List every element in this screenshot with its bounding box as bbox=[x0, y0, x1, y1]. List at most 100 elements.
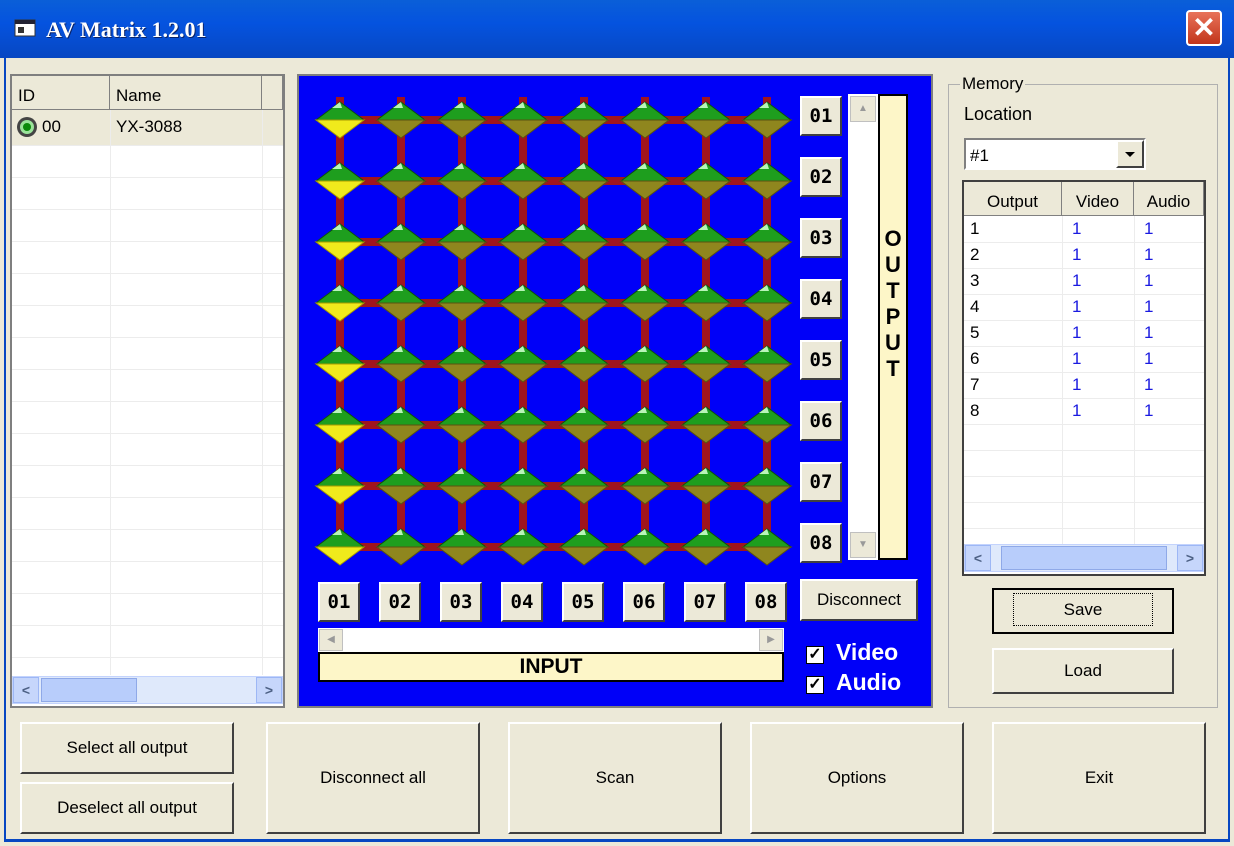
table-row[interactable] bbox=[964, 476, 1204, 503]
crosspoint-node[interactable] bbox=[314, 528, 366, 566]
dropdown-arrow-icon[interactable] bbox=[1116, 140, 1144, 168]
crosspoint-node[interactable] bbox=[314, 406, 366, 444]
crosspoint-node[interactable] bbox=[314, 284, 366, 322]
crosspoint-node[interactable] bbox=[497, 406, 549, 444]
crosspoint-node[interactable] bbox=[558, 406, 610, 444]
crosspoint-node[interactable] bbox=[558, 101, 610, 139]
column-header-name[interactable]: Name bbox=[110, 76, 262, 110]
crosspoint-node[interactable] bbox=[619, 284, 671, 322]
scan-button[interactable]: Scan bbox=[508, 722, 722, 834]
crosspoint-node[interactable] bbox=[741, 162, 793, 200]
output-scrollbar[interactable]: ▲ ▼ bbox=[848, 94, 878, 560]
audio-checkbox[interactable]: ✓ bbox=[806, 676, 824, 694]
disconnect-all-button[interactable]: Disconnect all bbox=[266, 722, 480, 834]
crosspoint-node[interactable] bbox=[375, 284, 427, 322]
crosspoint-node[interactable] bbox=[314, 101, 366, 139]
crosspoint-node[interactable] bbox=[314, 467, 366, 505]
crosspoint-node[interactable] bbox=[741, 223, 793, 261]
table-row[interactable]: 7 1 1 bbox=[964, 372, 1204, 399]
table-row[interactable] bbox=[964, 450, 1204, 477]
crosspoint-node[interactable] bbox=[680, 223, 732, 261]
crosspoint-node[interactable] bbox=[558, 528, 610, 566]
table-row[interactable]: 8 1 1 bbox=[964, 398, 1204, 425]
crosspoint-node[interactable] bbox=[497, 101, 549, 139]
crosspoint-node[interactable] bbox=[497, 284, 549, 322]
crosspoint-node[interactable] bbox=[558, 223, 610, 261]
scroll-right-arrow-icon[interactable]: > bbox=[1177, 545, 1203, 571]
exit-button[interactable]: Exit bbox=[992, 722, 1206, 834]
crosspoint-node[interactable] bbox=[375, 406, 427, 444]
scroll-thumb[interactable] bbox=[1001, 546, 1167, 570]
crosspoint-node[interactable] bbox=[619, 528, 671, 566]
crosspoint-node[interactable] bbox=[741, 284, 793, 322]
deselect-all-output-button[interactable]: Deselect all output bbox=[20, 782, 234, 834]
scroll-left-arrow-icon[interactable]: < bbox=[13, 677, 39, 703]
input-button-8[interactable]: 08 bbox=[745, 582, 787, 622]
crosspoint-node[interactable] bbox=[314, 162, 366, 200]
table-row[interactable]: 6 1 1 bbox=[964, 346, 1204, 373]
crosspoint-grid[interactable] bbox=[300, 77, 800, 577]
scroll-down-arrow-icon[interactable]: ▼ bbox=[850, 532, 876, 558]
crosspoint-node[interactable] bbox=[558, 467, 610, 505]
output-button-5[interactable]: 05 bbox=[800, 340, 842, 380]
crosspoint-node[interactable] bbox=[497, 162, 549, 200]
crosspoint-node[interactable] bbox=[375, 528, 427, 566]
output-button-1[interactable]: 01 bbox=[800, 96, 842, 136]
crosspoint-node[interactable] bbox=[619, 101, 671, 139]
crosspoint-node[interactable] bbox=[436, 467, 488, 505]
crosspoint-node[interactable] bbox=[741, 101, 793, 139]
load-button[interactable]: Load bbox=[992, 648, 1174, 694]
column-header-video[interactable]: Video bbox=[1062, 182, 1134, 216]
crosspoint-node[interactable] bbox=[375, 467, 427, 505]
crosspoint-node[interactable] bbox=[436, 406, 488, 444]
scroll-up-arrow-icon[interactable]: ▲ bbox=[850, 96, 876, 122]
output-button-7[interactable]: 07 bbox=[800, 462, 842, 502]
table-row[interactable] bbox=[964, 502, 1204, 529]
crosspoint-node[interactable] bbox=[497, 223, 549, 261]
crosspoint-node[interactable] bbox=[619, 467, 671, 505]
crosspoint-node[interactable] bbox=[497, 345, 549, 383]
close-button[interactable]: ✕ bbox=[1186, 10, 1222, 46]
scroll-left-arrow-icon[interactable]: ◀ bbox=[319, 629, 343, 651]
crosspoint-node[interactable] bbox=[436, 345, 488, 383]
output-button-4[interactable]: 04 bbox=[800, 279, 842, 319]
column-header-audio[interactable]: Audio bbox=[1134, 182, 1204, 216]
output-button-6[interactable]: 06 bbox=[800, 401, 842, 441]
scroll-thumb[interactable] bbox=[41, 678, 137, 702]
crosspoint-node[interactable] bbox=[680, 406, 732, 444]
disconnect-button[interactable]: Disconnect bbox=[800, 579, 918, 621]
crosspoint-node[interactable] bbox=[375, 223, 427, 261]
output-button-3[interactable]: 03 bbox=[800, 218, 842, 258]
crosspoint-node[interactable] bbox=[558, 284, 610, 322]
crosspoint-node[interactable] bbox=[314, 345, 366, 383]
crosspoint-node[interactable] bbox=[436, 101, 488, 139]
crosspoint-node[interactable] bbox=[375, 101, 427, 139]
table-row[interactable]: 4 1 1 bbox=[964, 294, 1204, 321]
crosspoint-node[interactable] bbox=[497, 528, 549, 566]
input-button-5[interactable]: 05 bbox=[562, 582, 604, 622]
column-header-output[interactable]: Output bbox=[964, 182, 1062, 216]
table-row[interactable]: 3 1 1 bbox=[964, 268, 1204, 295]
table-row[interactable]: 5 1 1 bbox=[964, 320, 1204, 347]
crosspoint-node[interactable] bbox=[375, 162, 427, 200]
table-row[interactable]: 00 YX-3088 bbox=[12, 110, 283, 145]
horizontal-scrollbar[interactable]: < > bbox=[964, 544, 1204, 572]
device-list[interactable]: ID Name 00 YX-3088 < > bbox=[10, 74, 285, 708]
horizontal-scrollbar[interactable]: < > bbox=[12, 676, 283, 704]
input-button-3[interactable]: 03 bbox=[440, 582, 482, 622]
crosspoint-node[interactable] bbox=[680, 345, 732, 383]
crosspoint-node[interactable] bbox=[558, 345, 610, 383]
input-button-6[interactable]: 06 bbox=[623, 582, 665, 622]
output-button-2[interactable]: 02 bbox=[800, 157, 842, 197]
crosspoint-node[interactable] bbox=[375, 345, 427, 383]
crosspoint-node[interactable] bbox=[680, 467, 732, 505]
crosspoint-node[interactable] bbox=[741, 467, 793, 505]
crosspoint-node[interactable] bbox=[436, 162, 488, 200]
crosspoint-node[interactable] bbox=[680, 162, 732, 200]
save-button[interactable]: Save bbox=[992, 588, 1174, 634]
column-header-id[interactable]: ID bbox=[12, 76, 110, 110]
input-button-2[interactable]: 02 bbox=[379, 582, 421, 622]
input-scrollbar[interactable]: ◀ ▶ bbox=[318, 628, 784, 652]
crosspoint-node[interactable] bbox=[619, 162, 671, 200]
scroll-right-arrow-icon[interactable]: > bbox=[256, 677, 282, 703]
